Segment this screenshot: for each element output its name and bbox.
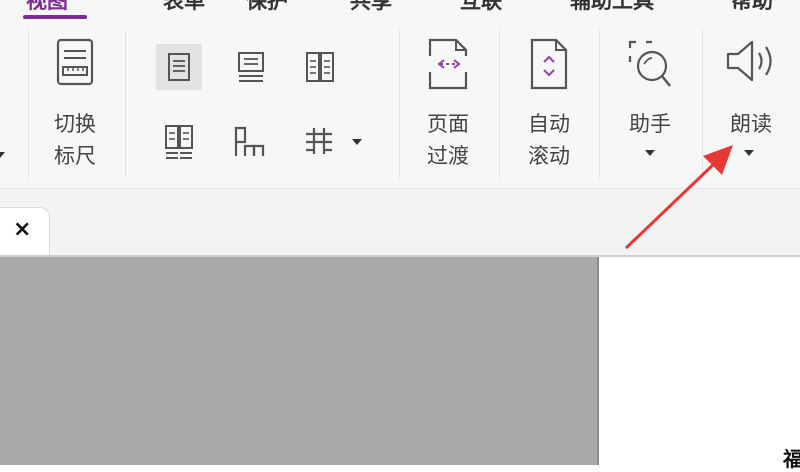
- chevron-down-icon[interactable]: [744, 150, 754, 156]
- group-divider: [599, 30, 600, 178]
- group-divider: [702, 30, 703, 178]
- page-transition-label: 页面 过渡: [427, 112, 469, 168]
- assistant-icon: [624, 36, 676, 96]
- single-page-icon: [168, 53, 190, 81]
- chevron-down-icon: [645, 150, 655, 156]
- assistant-button[interactable]: 助手: [610, 36, 690, 178]
- menu-tabs: 视图 表单 保护 共享 互联 辅助工具 帮助: [0, 0, 800, 22]
- tab-connect[interactable]: 互联: [460, 0, 502, 15]
- toggle-ruler-label: 切换 标尺: [54, 112, 96, 168]
- active-tab-indicator: [23, 15, 87, 19]
- auto-scroll-label: 自动 滚动: [528, 112, 570, 168]
- tab-protect[interactable]: 保护: [246, 0, 288, 15]
- split-view-button[interactable]: [296, 119, 342, 165]
- group-divider: [125, 30, 126, 178]
- continuous-page-icon: [238, 52, 264, 82]
- ribbon-toolbar: 视图 表单 保护 共享 互联 辅助工具 帮助 切换 标尺 页面 过渡 自动 滚动…: [0, 0, 800, 188]
- toggle-ruler-button[interactable]: 切换 标尺: [35, 36, 115, 178]
- page-text-fragment: 福: [783, 447, 800, 471]
- facing-pages-layout-button[interactable]: [297, 44, 343, 90]
- page-transition-icon: [422, 36, 474, 96]
- ruler-icon: [54, 36, 96, 92]
- continuous-facing-icon: [165, 125, 193, 159]
- group-divider: [28, 30, 29, 178]
- assistant-label: 助手: [629, 112, 671, 136]
- single-page-layout-button[interactable]: [156, 44, 202, 90]
- group-divider: [499, 30, 500, 178]
- cover-facing-layout-button[interactable]: [226, 119, 272, 165]
- close-icon[interactable]: ×: [13, 219, 31, 241]
- continuous-page-layout-button[interactable]: [228, 44, 274, 90]
- cover-facing-icon: [234, 126, 265, 156]
- auto-scroll-button[interactable]: 自动 滚动: [509, 36, 589, 178]
- document-tab-bar: ×: [0, 189, 800, 256]
- tab-view[interactable]: 视图: [26, 0, 68, 15]
- facing-pages-icon: [306, 52, 334, 82]
- chevron-down-icon[interactable]: [0, 152, 5, 158]
- tab-form[interactable]: 表单: [163, 0, 205, 15]
- read-aloud-label: 朗读: [730, 112, 772, 136]
- auto-scroll-icon: [526, 36, 572, 96]
- group-divider: [399, 30, 400, 178]
- document-tab[interactable]: ×: [0, 207, 50, 256]
- continuous-facing-layout-button[interactable]: [156, 119, 202, 165]
- document-page[interactable]: [597, 257, 800, 465]
- page-transition-button[interactable]: 页面 过渡: [408, 36, 488, 178]
- document-workspace-background: [0, 257, 597, 465]
- speaker-icon: [724, 36, 778, 90]
- tab-accessibility[interactable]: 辅助工具: [570, 0, 654, 15]
- read-aloud-button[interactable]: 朗读: [711, 36, 791, 178]
- split-view-dropdown-icon[interactable]: [352, 139, 362, 145]
- tab-share[interactable]: 共享: [350, 0, 392, 15]
- tab-help[interactable]: 帮助: [731, 0, 773, 15]
- split-view-icon: [306, 128, 332, 154]
